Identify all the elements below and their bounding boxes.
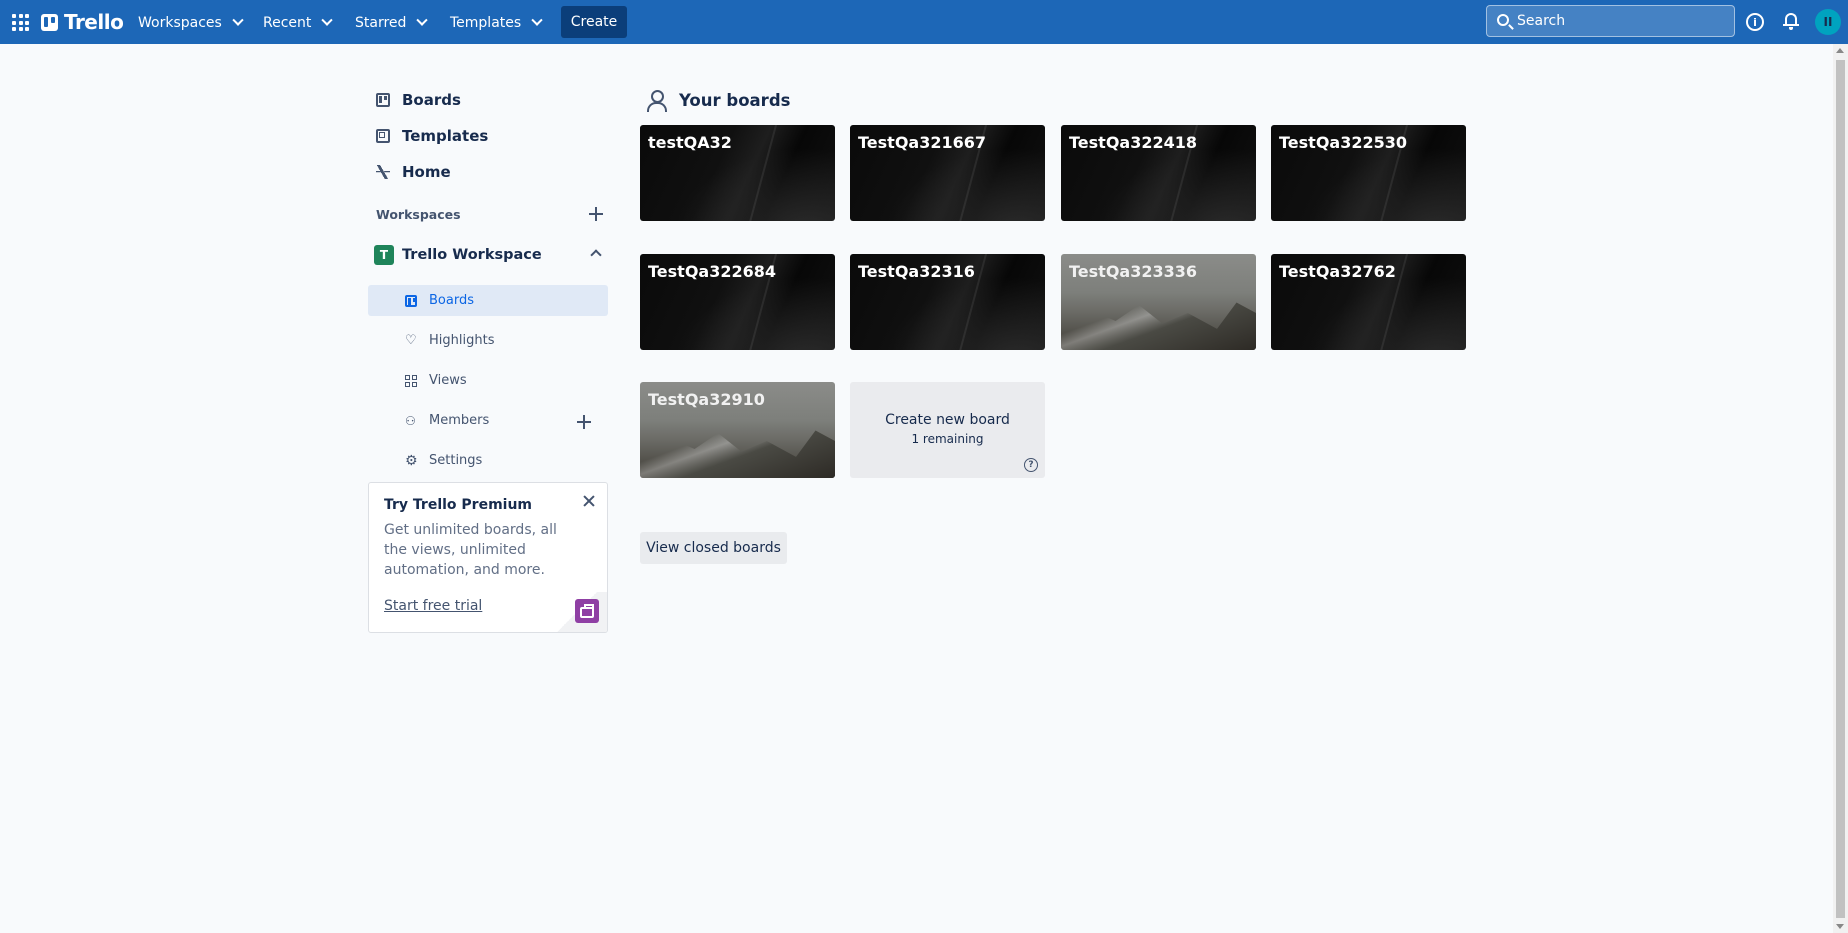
board-tile-name: TestQa323336 [1069,262,1198,281]
chevron-down-icon [531,14,543,26]
sidebar-item-home[interactable]: Home [368,154,608,190]
start-free-trial-link[interactable]: Start free trial [384,598,482,614]
board-tile[interactable]: testQA32 [640,125,835,221]
info-icon[interactable]: i [1746,13,1764,31]
board-tile[interactable]: TestQa321667 [850,125,1045,221]
page-title: Your boards [679,90,791,110]
search-input[interactable]: Search [1486,5,1735,37]
trello-logo[interactable]: Trello [41,10,124,34]
board-tile-name: TestQa322684 [648,262,777,281]
workspaces-menu[interactable]: Workspaces [132,8,248,38]
template-icon [376,129,390,143]
starred-menu[interactable]: Starred [349,8,432,38]
board-tile[interactable]: TestQa32316 [850,254,1045,350]
create-button[interactable]: Create [561,6,627,38]
briefcase-icon [575,599,599,623]
templates-menu-label: Templates [450,15,522,31]
help-icon[interactable]: ? [1024,458,1038,472]
sidebar-item-settings[interactable]: ⚙ Settings [368,445,608,476]
add-member-plus-icon[interactable] [577,415,591,429]
gear-icon: ⚙ [405,452,418,469]
board-icon [376,93,390,107]
sidebar-item-label: Templates [402,127,489,145]
chevron-up-icon [590,249,602,261]
search-placeholder: Search [1517,13,1566,29]
avatar[interactable]: II [1815,9,1841,35]
board-tile[interactable]: TestQa32762 [1271,254,1466,350]
add-workspace-plus-icon[interactable] [589,207,603,221]
sidebar-item-boards[interactable]: Boards [368,82,608,118]
create-new-board-tile[interactable]: Create new board 1 remaining ? [850,382,1045,478]
trello-logo-icon [41,13,58,31]
board-tile[interactable]: TestQa322418 [1061,125,1256,221]
scrollbar-thumb[interactable] [1836,60,1845,918]
pulse-icon [376,165,390,179]
create-board-label: Create new board [885,412,1010,428]
board-tile-name: TestQa321667 [858,133,987,152]
close-icon[interactable] [583,495,595,507]
board-tile-name: TestQa32910 [648,390,765,409]
board-tile[interactable]: TestQa322684 [640,254,835,350]
grid-icon [405,374,417,387]
heart-icon: ♡ [405,332,417,348]
view-closed-boards-button[interactable]: View closed boards [640,532,787,564]
starred-menu-label: Starred [355,15,407,31]
top-navigation-bar: Trello Workspaces Recent Starred Templat… [0,0,1848,44]
sidebar-item-label: Boards [402,91,461,109]
sidebar-item-views[interactable]: Views [368,365,608,396]
workspaces-heading: Workspaces [376,207,461,222]
sidebar-item-label: Home [402,163,451,181]
templates-menu[interactable]: Templates [444,8,547,38]
board-tile-name: TestQa322418 [1069,133,1198,152]
sidebar-item-label: Views [429,373,467,388]
board-tile-name: TestQa322530 [1279,133,1408,152]
scroll-down-arrow-icon[interactable] [1836,924,1844,929]
board-tile[interactable]: TestQa322530 [1271,125,1466,221]
sidebar-item-label: Members [429,413,490,428]
premium-description: Get unlimited boards, all the views, unl… [384,522,557,578]
workspaces-menu-label: Workspaces [138,15,222,31]
recent-menu[interactable]: Recent [257,8,337,38]
workspace-toggle[interactable]: T Trello Workspace [368,240,608,270]
premium-promo-card: Try Trello Premium Get unlimited boards,… [368,482,608,633]
your-boards-header: Your boards [646,90,791,112]
sidebar-item-label: Settings [429,453,483,468]
members-icon: ⚇ [405,413,416,428]
sidebar-item-highlights[interactable]: ♡ Highlights [368,325,608,356]
sidebar-item-label: Highlights [429,333,495,348]
chevron-down-icon [232,14,244,26]
notifications-bell-icon[interactable] [1783,11,1799,31]
workspace-name: Trello Workspace [402,247,542,263]
sidebar-item-label: Boards [429,293,474,308]
workspace-badge: T [374,245,394,265]
chevron-down-icon [416,14,429,26]
board-tile[interactable]: TestQa32910 [640,382,835,478]
person-icon [646,90,667,112]
app-switcher-icon[interactable] [10,12,30,32]
sidebar-item-workspace-boards[interactable]: Boards [368,285,608,316]
recent-menu-label: Recent [263,15,312,31]
premium-title: Try Trello Premium [384,497,533,513]
search-icon [1497,14,1509,26]
sidebar-item-members[interactable]: ⚇ Members [368,405,608,436]
scroll-up-arrow-icon[interactable] [1836,48,1844,53]
board-icon [405,294,417,307]
board-tile-name: testQA32 [648,133,732,152]
trello-logo-text: Trello [64,10,124,34]
board-tile-name: TestQa32762 [1279,262,1396,281]
boards-remaining-count: 1 remaining [911,432,984,446]
page-scrollbar[interactable] [1833,44,1848,933]
sidebar-item-templates[interactable]: Templates [368,118,608,154]
board-tile[interactable]: TestQa323336 [1061,254,1256,350]
chevron-down-icon [321,14,334,26]
board-tile-name: TestQa32316 [858,262,975,281]
